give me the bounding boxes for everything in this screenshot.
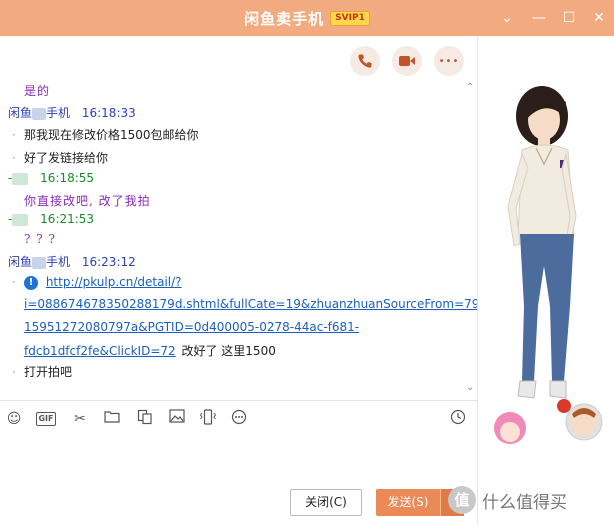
video-call-button[interactable] bbox=[392, 46, 422, 76]
message-text: 好了发链接给你 bbox=[24, 151, 109, 165]
message-time: 16:23:12 bbox=[81, 255, 136, 269]
sender-name: 闲鱼 bbox=[8, 255, 33, 269]
phone-icon bbox=[358, 54, 372, 68]
chat-history[interactable]: 是的 闲鱼 手机 16:18:33 · 那我现在修改价格1500包邮给你 · 好了发链… bbox=[0, 80, 495, 398]
scissors-icon[interactable]: ✂ bbox=[70, 409, 90, 429]
collapse-icon[interactable]: ⌄ bbox=[496, 7, 518, 29]
message-header: - 16:21:53 bbox=[8, 212, 94, 226]
message-row: ·! http://pkulp.cn/detail/? bbox=[12, 275, 182, 290]
watermark-logo: 值 bbox=[448, 486, 476, 514]
message-text: 是的 bbox=[24, 84, 51, 98]
image-icon[interactable] bbox=[167, 409, 187, 429]
message-input[interactable] bbox=[0, 434, 477, 484]
message-header: 闲鱼 手机 16:18:33 bbox=[8, 104, 136, 121]
message-header: - 16:18:55 bbox=[8, 171, 94, 185]
title-bar: 闲鱼卖手机 SVIP1 ⌄ — ☐ ✕ bbox=[0, 0, 614, 36]
message-text: ? ? ? bbox=[24, 232, 56, 246]
phone-call-button[interactable] bbox=[350, 46, 380, 76]
message-header: 闲鱼 手机 16:23:12 bbox=[8, 253, 136, 270]
vibrate-icon[interactable] bbox=[198, 409, 218, 429]
scroll-up-arrow[interactable]: ⌃ bbox=[466, 82, 474, 93]
window-title: 闲鱼卖手机 bbox=[244, 9, 325, 28]
watermark: 值 什么值得买 bbox=[448, 482, 614, 518]
message-text: 你直接改吧, 改了我拍 bbox=[24, 194, 151, 208]
redacted-mark bbox=[12, 213, 29, 226]
message-time: 16:18:55 bbox=[40, 171, 95, 185]
more-icon: ••• bbox=[438, 55, 460, 67]
avatar-panel bbox=[477, 36, 614, 525]
message-text: 打开拍吧 bbox=[24, 365, 73, 379]
close-window-button[interactable]: ✕ bbox=[588, 7, 610, 29]
maximize-button[interactable]: ☐ bbox=[558, 7, 580, 29]
redacted-mark bbox=[32, 107, 47, 120]
watermark-text: 什么值得买 bbox=[482, 492, 567, 513]
emoji-icon[interactable]: ☺ bbox=[4, 409, 24, 429]
message-row: · 打开拍吧 bbox=[12, 365, 73, 379]
product-link-line[interactable]: 15951272080797a&PGTID=0d400005-0278-44ac… bbox=[24, 320, 359, 334]
message-text: 改好了 这里1500 bbox=[181, 344, 276, 358]
minimize-button[interactable]: — bbox=[528, 7, 550, 29]
sender-name-suffix: 手机 bbox=[46, 255, 71, 269]
scroll-down-arrow[interactable]: ⌄ bbox=[466, 382, 474, 393]
message-text: 那我现在修改价格1500包邮给你 bbox=[24, 128, 199, 142]
folder-icon[interactable] bbox=[102, 409, 122, 429]
product-link-line[interactable]: fdcb1dfcf2fe&ClickID=72 bbox=[24, 344, 176, 358]
redacted-mark bbox=[32, 256, 47, 269]
video-icon bbox=[399, 56, 415, 66]
product-link-line[interactable]: i=088674678350288179d.shtml&fullCate=19&… bbox=[24, 297, 495, 311]
history-clock-icon[interactable] bbox=[448, 409, 468, 429]
gallery-icon[interactable] bbox=[135, 409, 155, 429]
send-button[interactable]: 发送(S) bbox=[376, 489, 440, 516]
message-time: 16:18:33 bbox=[81, 106, 136, 120]
more-circle-icon[interactable] bbox=[229, 409, 249, 429]
gif-icon[interactable]: GIF bbox=[36, 412, 56, 426]
vip-badge: SVIP1 bbox=[330, 10, 370, 26]
verified-shield-icon: ! bbox=[24, 275, 38, 290]
product-link[interactable]: http://pkulp.cn/detail/? bbox=[46, 275, 182, 289]
avatar-illustration bbox=[494, 86, 603, 444]
close-button[interactable]: 关闭(C) bbox=[290, 489, 362, 516]
message-row: · 好了发链接给你 bbox=[12, 151, 109, 165]
sender-name-suffix: 手机 bbox=[46, 106, 71, 120]
divider bbox=[0, 400, 477, 401]
more-options-button[interactable]: ••• bbox=[434, 46, 464, 76]
sender-name: 闲鱼 bbox=[8, 106, 33, 120]
message-time: 16:21:53 bbox=[40, 212, 95, 226]
message-row: · 那我现在修改价格1500包邮给你 bbox=[12, 128, 199, 142]
redacted-mark bbox=[12, 172, 29, 185]
